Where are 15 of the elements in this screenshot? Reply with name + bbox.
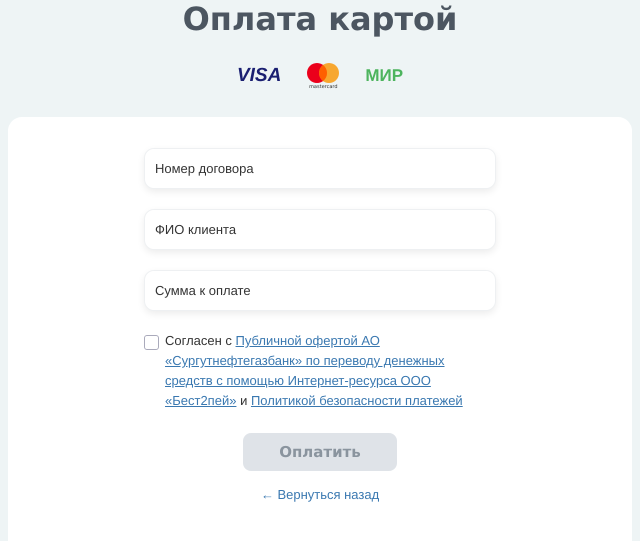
offer-link[interactable]: Публичной офертой АО [236,333,380,348]
input-field[interactable]: Сумма к оплате [144,270,496,311]
offer-link[interactable]: «Сургутнефтегазбанк» по переводу денежных [165,353,445,368]
agreement-text: и [240,393,248,408]
mir-logo: МИР [365,66,404,86]
offer-link[interactable]: средств с помощью Интернет-ресурса ООО [165,373,431,388]
visa-logo: VISA [236,65,282,87]
offer-link[interactable]: «Бест2пей» [165,393,236,408]
policy-link[interactable]: Политикой безопасности платежей [250,393,463,408]
back-link[interactable]: ← Вернуться назад [260,487,380,502]
checkbox[interactable] [144,335,159,350]
input-field[interactable]: Номер договора [144,148,496,189]
page-title: Оплата картой [182,0,458,38]
input-field[interactable]: ФИО клиента [144,209,496,250]
agreement-text: Согласен с [165,333,232,348]
